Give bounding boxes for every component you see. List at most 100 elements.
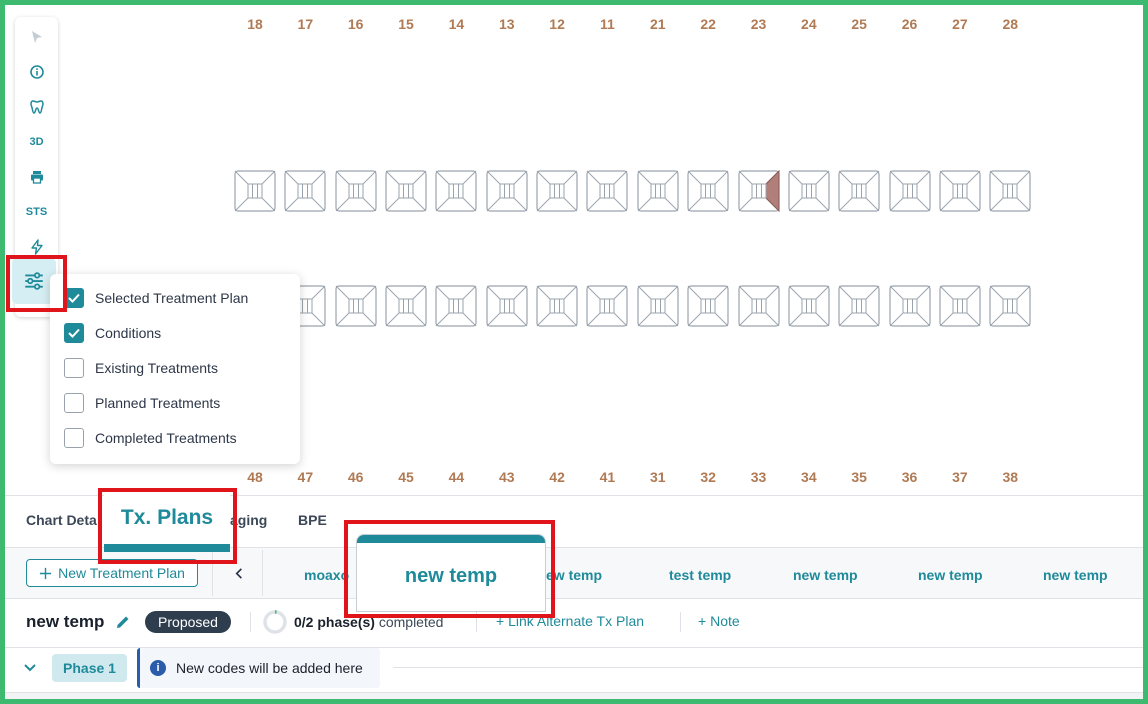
tooth-42[interactable]: [536, 285, 578, 327]
tooth-number: 47: [297, 469, 314, 485]
tooth-38[interactable]: [989, 285, 1031, 327]
plus-icon: [40, 567, 52, 579]
strip-bottom-border: [5, 598, 1143, 599]
tooth-14[interactable]: [435, 170, 477, 212]
header-separator: [250, 612, 251, 632]
tooth-number: 27: [952, 16, 968, 32]
tooth-26[interactable]: [888, 170, 931, 212]
tooth-number: 23: [750, 16, 767, 32]
tooth-number: 33: [750, 469, 767, 485]
plus-icon: +: [698, 613, 711, 629]
tooth-23[interactable]: [737, 170, 780, 212]
tooth-37[interactable]: [939, 285, 981, 327]
tooth-35[interactable]: [838, 285, 880, 327]
tooth-31[interactable]: [637, 285, 679, 327]
tooth-number: 22: [700, 16, 716, 32]
tooth-36[interactable]: [888, 285, 931, 327]
filter-conditions[interactable]: Conditions: [64, 322, 161, 344]
tooth-number: 24: [801, 16, 817, 32]
plan-tab[interactable]: test temp: [669, 567, 731, 583]
checkbox-unchecked-icon[interactable]: [64, 393, 84, 413]
checkbox-unchecked-icon[interactable]: [64, 428, 84, 448]
filter-label: Planned Treatments: [95, 395, 221, 411]
plan-tab[interactable]: new temp: [1043, 567, 1108, 583]
tooth-number: 28: [1002, 16, 1019, 32]
tooth-number: 26: [901, 16, 918, 32]
highlight-filter-button: [6, 255, 67, 312]
tooth-number: 48: [247, 469, 263, 485]
info-circle-icon: i: [150, 660, 166, 676]
3d-view-button[interactable]: 3D: [15, 127, 58, 157]
sts-button[interactable]: STS: [15, 197, 58, 227]
checkbox-checked-icon[interactable]: [64, 288, 84, 308]
tooth-44[interactable]: [435, 285, 477, 327]
plan-tab[interactable]: new temp: [793, 567, 858, 583]
filter-label: Conditions: [95, 325, 162, 341]
tooth-number: 31: [650, 469, 666, 485]
header-separator: [680, 612, 681, 632]
highlight-tx-plans-tab: [98, 488, 237, 564]
plan-title: new temp: [26, 612, 105, 631]
tooth-number: 37: [952, 469, 968, 485]
chevron-down-icon[interactable]: [20, 658, 40, 678]
tooth-27[interactable]: [939, 170, 981, 212]
tooth-46[interactable]: [335, 285, 377, 327]
checkbox-checked-icon[interactable]: [64, 323, 84, 343]
tooth-12[interactable]: [536, 170, 578, 212]
tooth-22[interactable]: [687, 170, 729, 212]
tooth-16[interactable]: [335, 170, 377, 212]
tooth-25[interactable]: [838, 170, 880, 212]
new-plan-label: New Treatment Plan: [58, 565, 185, 581]
note-label: Note: [710, 613, 740, 629]
filter-planned-treatments[interactable]: Planned Treatments: [64, 392, 220, 414]
plan-tab[interactable]: new temp: [918, 567, 983, 583]
tooth-number: 38: [1002, 469, 1019, 485]
tooth-41[interactable]: [586, 285, 629, 327]
tooth-number: 32: [700, 469, 716, 485]
tooth-11[interactable]: [586, 170, 629, 212]
tooth-number: 17: [297, 16, 314, 32]
tooth-icon[interactable]: [15, 92, 58, 122]
filter-label: Completed Treatments: [95, 430, 237, 446]
phase-info-banner: i New codes will be added here: [137, 648, 380, 688]
chart-filter-menu: Selected Treatment Plan Conditions Exist…: [50, 274, 300, 464]
tooth-43[interactable]: [486, 285, 528, 327]
tooth-13[interactable]: [486, 170, 528, 212]
pointer-icon[interactable]: [15, 22, 58, 52]
tooth-34[interactable]: [788, 285, 830, 327]
tooth-number: 12: [549, 16, 565, 32]
filter-selected-plan[interactable]: Selected Treatment Plan: [64, 287, 248, 309]
tooth-number: 34: [801, 469, 817, 485]
tooth-32[interactable]: [687, 285, 729, 327]
tooth-number: 15: [398, 16, 414, 32]
plan-tab[interactable]: moaxo: [304, 567, 349, 583]
tooth-number: 11: [600, 16, 615, 32]
checkbox-unchecked-icon[interactable]: [64, 358, 84, 378]
tooth-number: 25: [851, 16, 867, 32]
tooth-number: 42: [549, 469, 565, 485]
tooth-24[interactable]: [788, 170, 830, 212]
highlight-active-plan: [344, 520, 555, 618]
phase-badge[interactable]: Phase 1: [52, 654, 127, 682]
tooth-15[interactable]: [385, 170, 427, 212]
tooth-number: 44: [448, 469, 465, 485]
info-icon[interactable]: [15, 57, 58, 87]
printer-icon[interactable]: [15, 162, 58, 192]
tooth-45[interactable]: [385, 285, 427, 327]
filter-existing-treatments[interactable]: Existing Treatments: [64, 357, 218, 379]
pencil-icon[interactable]: [115, 614, 131, 630]
tab-chart-details[interactable]: Chart Deta: [26, 512, 97, 528]
tooth-number: 46: [347, 469, 364, 485]
tooth-18[interactable]: [234, 170, 276, 212]
tooth-number: 36: [901, 469, 918, 485]
tooth-number: 16: [347, 16, 364, 32]
tab-bpe[interactable]: BPE: [298, 512, 327, 528]
filter-completed-treatments[interactable]: Completed Treatments: [64, 427, 237, 449]
tooth-21[interactable]: [637, 170, 679, 212]
tooth-33[interactable]: [737, 285, 780, 327]
tooth-28[interactable]: [989, 170, 1031, 212]
add-note-button[interactable]: + Note: [698, 613, 740, 629]
phase-line: [393, 667, 1143, 668]
tooth-17[interactable]: [284, 170, 326, 212]
tooth-number: 41: [599, 469, 616, 485]
